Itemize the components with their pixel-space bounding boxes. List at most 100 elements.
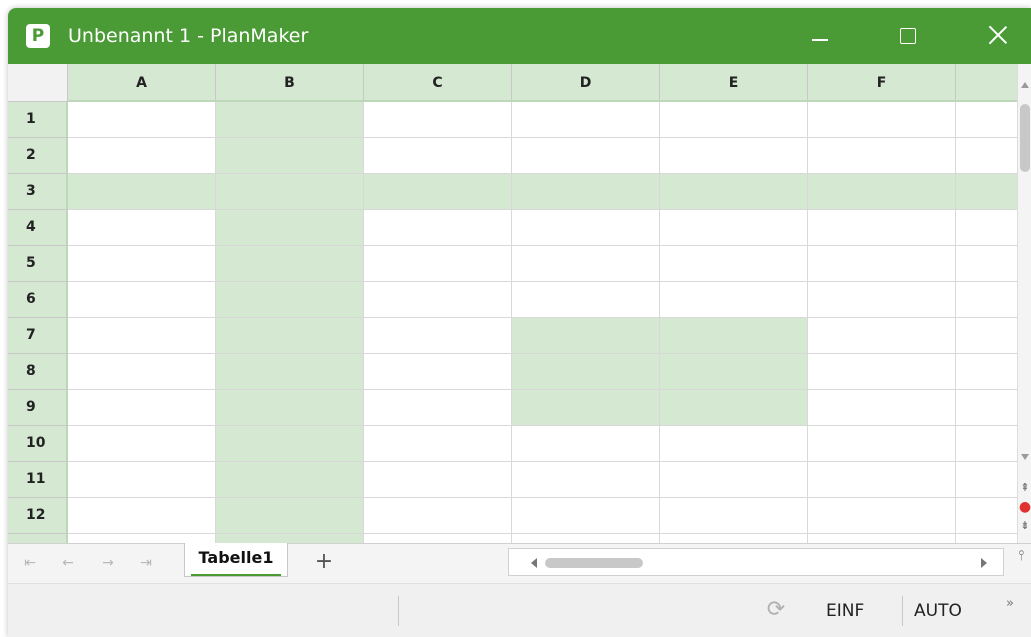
column-header-d[interactable]: D [512, 64, 660, 102]
grid-cell[interactable] [68, 426, 216, 462]
grid-cell[interactable] [216, 462, 364, 498]
scroll-right-icon[interactable] [981, 558, 987, 568]
grid-cell[interactable] [956, 318, 1017, 354]
prev-sheet-icon[interactable]: ← [58, 552, 78, 574]
grid-cell[interactable] [364, 534, 512, 543]
grid-cell[interactable] [364, 174, 512, 210]
grid-cell[interactable] [660, 534, 808, 543]
grid-cell[interactable] [512, 498, 660, 534]
column-header-partial[interactable] [956, 64, 1017, 102]
grid-cell[interactable] [512, 138, 660, 174]
grid-cell[interactable] [216, 246, 364, 282]
row-header-8[interactable]: 8 [8, 354, 68, 390]
grid-cell[interactable] [956, 354, 1017, 390]
grid-cell[interactable] [512, 426, 660, 462]
grid-cell[interactable] [364, 282, 512, 318]
grid-cell[interactable] [956, 174, 1017, 210]
sheet-tab-tabelle1[interactable]: Tabelle1 [184, 543, 288, 577]
grid-cell[interactable] [364, 354, 512, 390]
row-header-11[interactable]: 11 [8, 462, 68, 498]
grid-cell[interactable] [660, 462, 808, 498]
grid-cell[interactable] [512, 318, 660, 354]
grid-cell[interactable] [956, 210, 1017, 246]
grid-cell[interactable] [216, 390, 364, 426]
browse-object-icon[interactable]: ● [1018, 497, 1031, 517]
grid-cell[interactable] [660, 318, 808, 354]
grid-cell[interactable] [68, 282, 216, 318]
grid-cell[interactable] [512, 390, 660, 426]
calc-mode-indicator[interactable]: AUTO [914, 584, 962, 637]
grid-cell[interactable] [68, 390, 216, 426]
grid-cell[interactable] [364, 318, 512, 354]
maximize-button[interactable] [878, 8, 938, 64]
grid-cell[interactable] [956, 246, 1017, 282]
grid-cell[interactable] [364, 498, 512, 534]
grid-cell[interactable] [660, 102, 808, 138]
grid-cell[interactable] [68, 174, 216, 210]
grid-cell[interactable] [216, 210, 364, 246]
column-header-f[interactable]: F [808, 64, 956, 102]
grid-cell[interactable] [364, 426, 512, 462]
first-sheet-icon[interactable]: ⇤ [20, 552, 40, 574]
select-all-corner[interactable] [8, 64, 68, 102]
column-header-e[interactable]: E [660, 64, 808, 102]
scroll-up-icon[interactable] [1021, 82, 1029, 88]
vertical-scroll-thumb[interactable] [1020, 104, 1030, 172]
planmaker-app-icon[interactable]: P [26, 24, 50, 48]
grid-cell[interactable] [956, 426, 1017, 462]
grid-cell[interactable] [956, 282, 1017, 318]
grid-cell[interactable] [808, 498, 956, 534]
horizontal-scrollbar[interactable] [508, 548, 1004, 576]
sync-icon[interactable]: ⟳ [762, 596, 790, 624]
grid-cell[interactable] [808, 426, 956, 462]
scroll-left-icon[interactable] [531, 558, 537, 568]
column-header-c[interactable]: C [364, 64, 512, 102]
minimize-button[interactable] [790, 8, 850, 64]
grid-cell[interactable] [956, 102, 1017, 138]
grid-cell[interactable] [216, 102, 364, 138]
grid-cell[interactable] [808, 210, 956, 246]
column-header-a[interactable]: A [68, 64, 216, 102]
horizontal-scroll-thumb[interactable] [545, 558, 643, 568]
row-header-12[interactable]: 12 [8, 498, 68, 534]
grid-cell[interactable] [660, 498, 808, 534]
row-header-partial[interactable] [8, 534, 68, 543]
grid-cell[interactable] [808, 390, 956, 426]
grid-cell[interactable] [216, 138, 364, 174]
grid-cell[interactable] [956, 498, 1017, 534]
row-header-4[interactable]: 4 [8, 210, 68, 246]
grid-cell[interactable] [68, 498, 216, 534]
grid-cell[interactable] [808, 138, 956, 174]
grid-cell[interactable] [512, 102, 660, 138]
grid-cell[interactable] [660, 138, 808, 174]
scroll-down-icon[interactable] [1021, 454, 1029, 460]
grid-cell[interactable] [512, 246, 660, 282]
grid-cell[interactable] [512, 210, 660, 246]
grid-cell[interactable] [68, 102, 216, 138]
row-header-10[interactable]: 10 [8, 426, 68, 462]
row-header-7[interactable]: 7 [8, 318, 68, 354]
grid-cell[interactable] [216, 174, 364, 210]
grid-cell[interactable] [364, 138, 512, 174]
close-button[interactable] [968, 8, 1028, 64]
grid-cell[interactable] [808, 102, 956, 138]
grid-cell[interactable] [364, 390, 512, 426]
split-view-icon[interactable]: ⫯ [1018, 548, 1031, 564]
grid-cell[interactable] [216, 534, 364, 543]
spreadsheet-grid[interactable]: A B C D E F 1 2 3 4 5 6 7 8 9 10 11 12 [8, 64, 1017, 543]
grid-cell[interactable] [68, 246, 216, 282]
grid-cell[interactable] [364, 462, 512, 498]
row-header-1[interactable]: 1 [8, 102, 68, 138]
grid-cell[interactable] [512, 354, 660, 390]
next-sheet-icon[interactable]: → [98, 552, 118, 574]
grid-cell[interactable] [216, 498, 364, 534]
grid-cell[interactable] [364, 102, 512, 138]
grid-cell[interactable] [216, 318, 364, 354]
grid-cell[interactable] [660, 246, 808, 282]
grid-cell[interactable] [956, 390, 1017, 426]
vertical-scrollbar[interactable]: ⇞ ● ⇟ [1017, 64, 1031, 543]
grid-cell[interactable] [68, 534, 216, 543]
grid-cell[interactable] [808, 462, 956, 498]
grid-cell[interactable] [216, 426, 364, 462]
grid-cell[interactable] [68, 354, 216, 390]
